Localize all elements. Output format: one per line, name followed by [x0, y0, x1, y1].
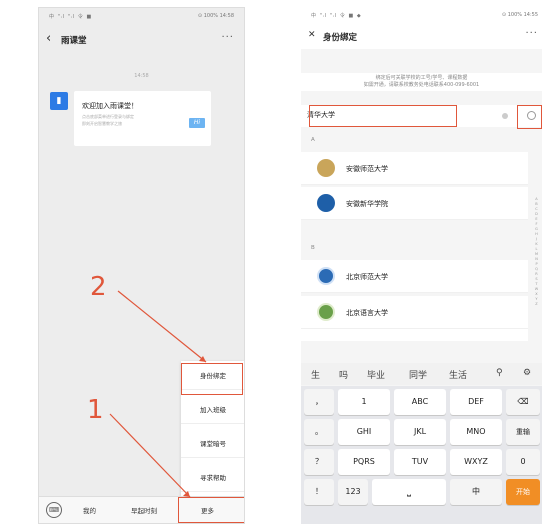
school-row[interactable]: 北京师范大学 [301, 260, 528, 293]
alphabet-index-letter[interactable]: Z [534, 302, 539, 307]
right-phone-screen: 中 "ᵢl "ᵢl 令 ■ ◆ ⊙ 100% 14:55 ✕ 身份绑定 ··· … [301, 7, 542, 524]
candidate-word[interactable]: 吗 [339, 368, 348, 381]
school-row[interactable]: 安徽师范大学 [301, 152, 528, 185]
key-space-icon[interactable]: ⎵ [372, 479, 446, 505]
school-name: 安徽师范大学 [346, 165, 388, 173]
key-def[interactable]: DEF [450, 389, 502, 415]
status-left: 中 "ᵢl "ᵢl 令 ■ [49, 14, 93, 20]
chat-header: ‹ 雨课堂 ··· [39, 26, 244, 54]
section-header-a: A [311, 137, 315, 143]
welcome-line-2: 即刻开启智慧教学之旅 [82, 121, 122, 126]
status-bar: 中 "ᵢl "ᵢl 令 ■ ⊙ 100% 14:58 [39, 8, 244, 26]
key-mno[interactable]: MNO [450, 419, 502, 445]
keyboard-toggle-icon[interactable]: ⌨ [46, 502, 62, 518]
school-logo-icon [317, 267, 335, 285]
key-jkl[interactable]: JKL [394, 419, 446, 445]
more-icon[interactable]: ··· [221, 32, 234, 43]
key-tuv[interactable]: TUV [394, 449, 446, 475]
school-row[interactable]: 北京语言大学 [301, 296, 528, 329]
key-punctuation[interactable]: 。 [304, 419, 334, 445]
school-logo-icon [317, 194, 335, 212]
candidate-word[interactable]: 同学 [409, 368, 427, 381]
menu-item-help[interactable]: 寻求帮助 [181, 466, 244, 492]
rainclassroom-avatar-icon: ▮ [50, 92, 68, 110]
key-1[interactable]: 1 [338, 389, 390, 415]
settings-icon[interactable]: ⚙ [523, 368, 531, 378]
ime-candidate-bar: 生 吗 毕业 同学 生活 ⚲ ⚙ [301, 363, 542, 385]
search-icon[interactable]: ⚲ [496, 368, 503, 378]
status-bar: 中 "ᵢl "ᵢl 令 ■ ◆ ⊙ 100% 14:55 [301, 7, 542, 25]
key-backspace[interactable]: ⌫ [506, 389, 540, 415]
key-punctuation[interactable]: ？ [304, 449, 334, 475]
key-chinese-toggle[interactable]: 中 [450, 479, 502, 505]
left-phone-screen: 中 "ᵢl "ᵢl 令 ■ ⊙ 100% 14:58 ‹ 雨课堂 ··· 14:… [38, 7, 245, 524]
school-logo-icon [317, 303, 335, 321]
key-wxyz[interactable]: WXYZ [450, 449, 502, 475]
key-ghi[interactable]: GHI [338, 419, 390, 445]
highlight-search-input [309, 105, 457, 127]
welcome-line-1: 点击底部菜单进行登录与绑定 [82, 114, 134, 119]
highlight-more [178, 497, 244, 523]
welcome-title: 欢迎加入雨课堂！ [82, 102, 138, 110]
candidate-word[interactable]: 毕业 [367, 368, 385, 381]
welcome-message-card[interactable]: 欢迎加入雨课堂！ 点击底部菜单进行登录与绑定 即刻开启智慧教学之旅 Hi [74, 91, 211, 146]
key-zero[interactable]: 0 [506, 449, 540, 475]
key-pqrs[interactable]: PQRS [338, 449, 390, 475]
section-header-b: B [311, 245, 315, 251]
binding-notice: 绑定后可关联学校的工号/学号、课程数据 如需开通，请联系校教务处电话联系400-… [301, 73, 542, 91]
school-name: 北京师范大学 [346, 273, 388, 281]
alphabet-index[interactable]: ABCDEFGHJKLMNPQRSTWXYZ [534, 197, 539, 307]
clear-icon[interactable] [502, 113, 508, 119]
more-icon[interactable]: ··· [525, 28, 538, 39]
menu-item-join-class[interactable]: 加入班级 [181, 398, 244, 424]
t9-keyboard: ， 。 ？ ！ 1 ABC DEF GHI JKL MNO PQRS TUV W… [301, 386, 542, 524]
page-title: 雨课堂 [61, 36, 87, 46]
notice-line-1: 绑定后可关联学校的工号/学号、课程数据 [375, 75, 468, 81]
partial-school-row [301, 329, 528, 341]
annotation-number-1: 1 [87, 395, 104, 425]
status-right: ⊙ 100% 14:58 [197, 13, 234, 19]
menu-item-class-code[interactable]: 课堂暗号 [181, 432, 244, 458]
key-punctuation[interactable]: ， [304, 389, 334, 415]
status-left: 中 "ᵢl "ᵢl 令 ■ ◆ [311, 13, 362, 19]
key-reinput[interactable]: 重输 [506, 419, 540, 445]
school-name: 北京语言大学 [346, 309, 388, 317]
back-icon[interactable]: ‹ [46, 31, 51, 46]
bottom-item-early-time[interactable]: 早起时刻 [131, 505, 157, 515]
school-row[interactable]: 安徽新华学院 [301, 187, 528, 220]
page-title: 身份绑定 [323, 33, 358, 43]
hi-badge-icon: Hi [189, 118, 205, 128]
key-123[interactable]: 123 [338, 479, 368, 505]
highlight-identity-binding [181, 363, 243, 395]
status-right: ⊙ 100% 14:55 [501, 12, 538, 18]
close-icon[interactable]: ✕ [308, 30, 316, 40]
candidate-word[interactable]: 生活 [449, 368, 467, 381]
key-start[interactable]: 开始 [506, 479, 540, 505]
bottom-item-mine[interactable]: 我的 [83, 505, 96, 515]
highlight-search-icon [517, 105, 542, 129]
candidate-word[interactable]: 生 [311, 368, 320, 381]
key-abc[interactable]: ABC [394, 389, 446, 415]
school-logo-icon [317, 159, 335, 177]
timestamp: 14:58 [134, 73, 149, 79]
annotation-number-2: 2 [90, 272, 107, 302]
key-punctuation[interactable]: ！ [304, 479, 334, 505]
binding-header: ✕ 身份绑定 ··· [301, 25, 542, 49]
school-name: 安徽新华学院 [346, 200, 388, 208]
notice-line-2: 如需开通，请联系校教务处电话联系400-099-6001 [363, 82, 480, 88]
